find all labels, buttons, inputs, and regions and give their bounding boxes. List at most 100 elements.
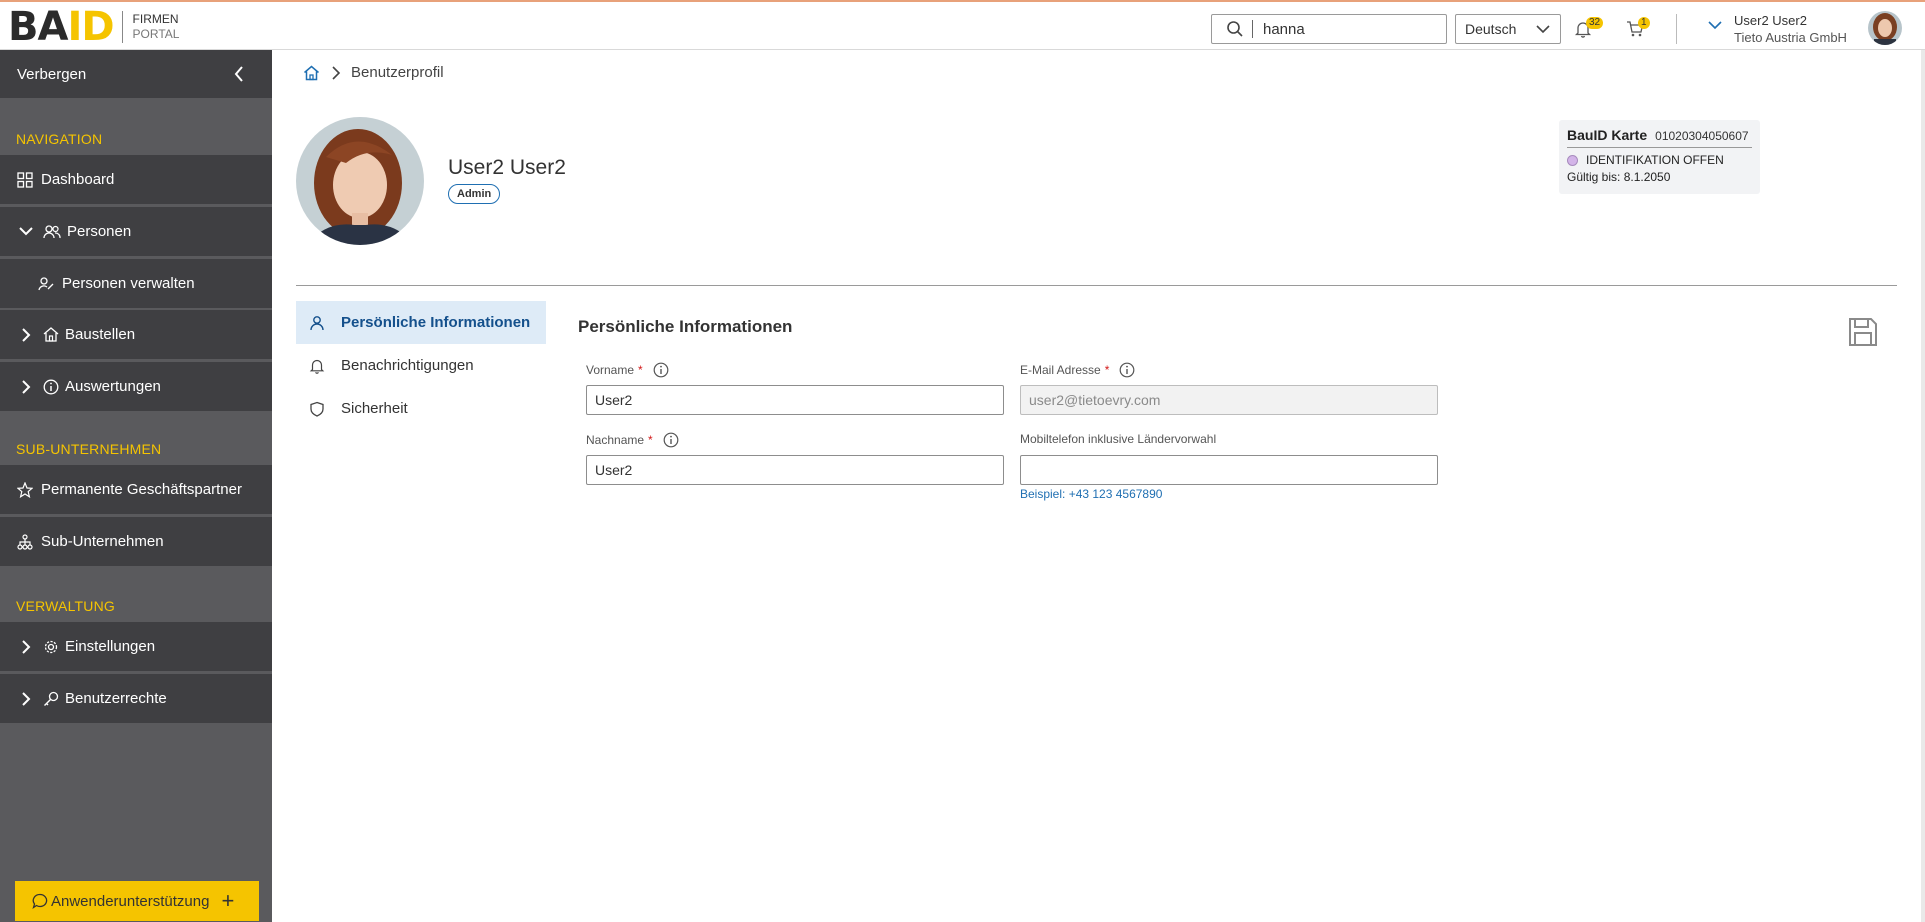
- sidebar-section-navigation: NAVIGATION: [16, 131, 103, 147]
- logo[interactable]: BAID FIRMEN PORTAL: [8, 4, 180, 50]
- card-status: IDENTIFIKATION OFFEN: [1586, 153, 1724, 167]
- plus-icon: +: [221, 888, 235, 913]
- profile-avatar: [296, 117, 424, 245]
- sidebar-item-label: Baustellen: [65, 326, 136, 343]
- sidebar-item-persons[interactable]: Personen: [0, 207, 272, 256]
- key-icon: [43, 691, 59, 707]
- user-edit-icon: [38, 276, 54, 291]
- chevron-down-icon[interactable]: [1708, 21, 1722, 30]
- info-icon: [43, 379, 59, 395]
- window-edge: [1921, 50, 1925, 922]
- tab-label: Benachrichtigungen: [341, 357, 474, 374]
- sidebar-item-sites[interactable]: Baustellen: [0, 310, 272, 359]
- required-mark: *: [1104, 363, 1110, 377]
- chevron-down-icon: [13, 227, 39, 236]
- firstname-label: Vorname *: [586, 362, 669, 378]
- search-divider: [1252, 20, 1253, 38]
- language-value: Deutsch: [1465, 21, 1517, 37]
- logo-text: FIRMEN PORTAL: [133, 12, 180, 42]
- chevron-left-icon: [234, 66, 243, 82]
- sidebar-item-label: Auswertungen: [65, 378, 161, 395]
- mobile-hint: Beispiel: +43 123 4567890: [1020, 487, 1163, 501]
- people-icon: [43, 224, 61, 239]
- email-label-text: E-Mail Adresse: [1020, 363, 1101, 377]
- lastname-label: Nachname *: [586, 432, 679, 448]
- sidebar-item-label: Personen: [67, 223, 132, 240]
- info-icon[interactable]: [663, 432, 679, 448]
- mobile-label: Mobiltelefon inklusive Ländervorwahl: [1020, 432, 1216, 446]
- sidebar-item-reports[interactable]: Auswertungen: [0, 362, 272, 411]
- sidebar-item-subcompanies[interactable]: Sub-Unternehmen: [0, 517, 272, 566]
- divider: [296, 285, 1897, 286]
- user-company: Tieto Austria GmbH: [1734, 30, 1847, 45]
- support-label: Anwenderunterstützung: [51, 892, 210, 910]
- tab-security[interactable]: Sicherheit: [296, 387, 546, 430]
- sidebar-toggle[interactable]: Verbergen: [0, 50, 272, 98]
- user-avatar[interactable]: [1868, 11, 1902, 45]
- home-icon[interactable]: [303, 65, 320, 81]
- cart-badge: 1: [1638, 17, 1650, 29]
- notifications-button[interactable]: 32: [1574, 17, 1604, 43]
- card-number: 01020304050607: [1655, 129, 1749, 143]
- tab-personal-info[interactable]: Persönliche Informationen: [296, 301, 546, 344]
- sidebar-item-manage-persons[interactable]: Personen verwalten: [0, 259, 272, 308]
- sidebar-item-dashboard[interactable]: Dashboard: [0, 155, 272, 204]
- language-select[interactable]: Deutsch: [1455, 14, 1561, 44]
- gear-icon: [43, 639, 59, 655]
- mobile-field[interactable]: [1020, 455, 1438, 485]
- bell-icon: [309, 358, 329, 374]
- chevron-down-icon: [1536, 24, 1550, 33]
- chevron-right-icon: [13, 639, 39, 654]
- chevron-right-icon: [332, 65, 341, 80]
- logo-line-firmen: FIRMEN: [132, 12, 179, 26]
- sidebar-item-label: Sub-Unternehmen: [41, 533, 164, 550]
- support-button[interactable]: Anwenderunterstützung +: [15, 881, 259, 921]
- lastname-label-text: Nachname: [586, 433, 645, 447]
- email-field: user2@tietoevry.com: [1020, 385, 1438, 415]
- profile-name: User2 User2: [448, 156, 566, 179]
- star-icon: [17, 481, 33, 498]
- save-icon[interactable]: [1848, 316, 1878, 353]
- notifications-badge: 32: [1586, 17, 1604, 29]
- home-icon: [43, 327, 59, 342]
- sidebar-item-rights[interactable]: Benutzerrechte: [0, 674, 272, 723]
- cart-button[interactable]: 1: [1626, 17, 1650, 43]
- profile-tabs: Persönliche Informationen Benachrichtigu…: [296, 301, 546, 430]
- user-name: User2 User2: [1734, 13, 1807, 28]
- sidebar-section-admin: VERWALTUNG: [16, 598, 115, 614]
- chevron-right-icon: [13, 327, 39, 342]
- info-icon[interactable]: [653, 362, 669, 378]
- sidebar-item-partners[interactable]: Permanente Geschäftspartner: [0, 465, 272, 514]
- sidebar-item-label: Dashboard: [41, 171, 115, 188]
- info-icon[interactable]: [1119, 362, 1135, 378]
- chat-icon: [32, 893, 48, 909]
- sidebar-item-label: Permanente Geschäftspartner: [41, 481, 242, 498]
- chevron-right-icon: [13, 379, 39, 394]
- firstname-field[interactable]: User2: [586, 385, 1004, 415]
- logo-divider: [121, 11, 123, 43]
- card-valid-until: Gültig bis: 8.1.2050: [1567, 170, 1671, 184]
- tab-notifications[interactable]: Benachrichtigungen: [296, 344, 546, 387]
- required-mark: *: [638, 363, 643, 377]
- sidebar-item-settings[interactable]: Einstellungen: [0, 622, 272, 671]
- top-bar: BAID FIRMEN PORTAL Deutsch 32 1 User2 Us…: [0, 0, 1925, 50]
- required-mark: *: [648, 433, 653, 447]
- firstname-label-text: Vorname: [586, 363, 635, 377]
- user-icon: [309, 315, 329, 331]
- search-input[interactable]: [1263, 20, 1433, 38]
- section-title: Persönliche Informationen: [578, 317, 793, 336]
- header-divider: [1676, 14, 1677, 44]
- shield-icon: [309, 401, 329, 417]
- mobile-label-text: Mobiltelefon inklusive Ländervorwahl: [1020, 432, 1217, 446]
- search-icon[interactable]: [1226, 20, 1244, 38]
- user-menu[interactable]: User2 User2 Tieto Austria GmbH: [1708, 12, 1847, 46]
- email-label: E-Mail Adresse *: [1020, 362, 1135, 378]
- search-box[interactable]: [1211, 14, 1447, 44]
- lastname-field[interactable]: User2: [586, 455, 1004, 485]
- tab-label: Sicherheit: [341, 400, 408, 417]
- sidebar-toggle-label: Verbergen: [17, 65, 87, 83]
- logo-mark: BAID: [8, 4, 115, 50]
- sidebar-item-label: Personen verwalten: [62, 275, 195, 292]
- sidebar: Verbergen NAVIGATION Dashboard Personen …: [0, 50, 272, 922]
- status-dot: [1567, 154, 1578, 166]
